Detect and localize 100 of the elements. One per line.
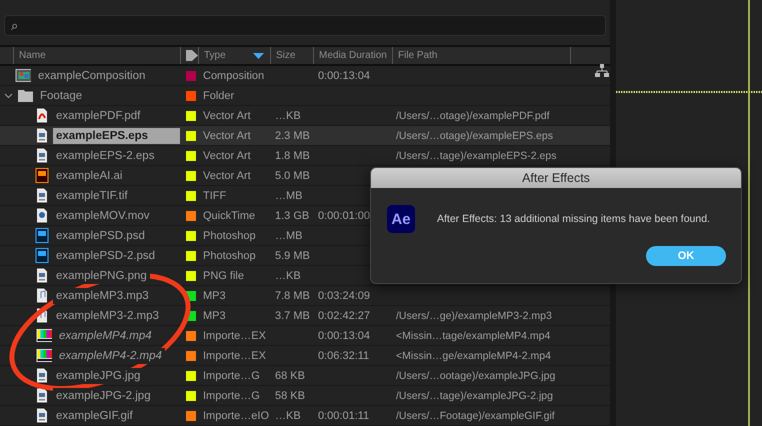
column-header[interactable]: Size — [270, 47, 313, 64]
size-cell-text: 58 KB — [274, 390, 306, 402]
color-bars-icon — [35, 328, 52, 343]
size-cell-text: 2.3 MB — [274, 130, 311, 142]
type-cell-text: Folder — [202, 90, 236, 102]
photoshop-file-icon — [35, 228, 49, 243]
type-cell-text: Vector Art — [202, 110, 252, 122]
size-cell-text: 1.3 GB — [274, 210, 310, 222]
search-icon[interactable]: ⌕ — [11, 18, 18, 34]
project-row[interactable]: exampleMP4-2.mp4 Importe…EX 0:06:32:11 <Missin…ge/exampleMP4-2.mp4 — [0, 346, 610, 366]
duration-cell-text: 0:00:01:00 — [317, 210, 371, 222]
path-cell-text: /Users/…tage)/exampleJPG-2.jpg — [395, 390, 554, 402]
path-cell-text: /Users/…otage)/examplePDF.pdf — [395, 110, 550, 122]
item-name: exampleMP4-2.mp4 — [56, 348, 165, 364]
project-row[interactable]: exampleJPG.jpg Importe…G 68 KB /Users/…ootage)/exampleJPG.jpg — [0, 366, 610, 386]
project-row[interactable]: examplePDF.pdf Vector Art …KB /Users/…otage)/examplePDF.pdf — [0, 106, 610, 126]
photoshop-file-icon — [35, 248, 49, 263]
sort-caret-icon[interactable] — [253, 52, 264, 58]
label-swatch[interactable] — [186, 390, 196, 400]
path-cell-text: /Users/…otage)/exampleEPS.eps — [395, 130, 554, 142]
project-row[interactable]: exampleGIF.gif Importe…eIO …KB 0:00:01:11 /Users/…Footage)/exampleGIF.gif — [0, 406, 610, 426]
column-header[interactable]: File Path — [392, 47, 570, 64]
app-logo: Ae — [387, 205, 415, 233]
label-swatch[interactable] — [186, 70, 196, 80]
type-cell-text: PNG file — [202, 270, 245, 282]
label-swatch[interactable] — [186, 110, 196, 120]
path-cell-text: /Users/…tage)/exampleEPS-2.eps — [395, 150, 558, 162]
column-header[interactable]: Name — [13, 47, 180, 64]
project-row[interactable]: exampleJPG-2.jpg Importe…G 58 KB /Users/…tage)/exampleJPG-2.jpg — [0, 386, 610, 406]
image-file-icon — [35, 148, 49, 163]
hierarchy-icon[interactable] — [595, 64, 609, 77]
image-file-icon — [35, 188, 49, 203]
label-swatch[interactable] — [186, 170, 196, 180]
label-swatch[interactable] — [186, 410, 196, 420]
path-cell-text: /Users/…Footage)/exampleGIF.gif — [395, 410, 556, 422]
project-row[interactable]: exampleComposition Composition 0:00:13:04 — [0, 66, 610, 86]
label-swatch[interactable] — [186, 210, 196, 220]
column-header[interactable]: Media Duration — [313, 47, 392, 64]
type-cell-text: Importe…EX — [202, 330, 267, 342]
type-cell-text: Importe…EX — [202, 350, 267, 362]
chevron-down-icon[interactable] — [4, 91, 13, 100]
type-cell-text: Importe…G — [202, 390, 261, 402]
type-cell-text: MP3 — [202, 310, 227, 322]
duration-cell-text: 0:06:32:11 — [317, 350, 370, 362]
image-file-icon — [35, 408, 49, 423]
label-swatch[interactable] — [186, 230, 196, 240]
search-field[interactable]: ⌕ — [4, 15, 606, 36]
size-cell-text: 1.8 MB — [274, 150, 311, 162]
label-swatch[interactable] — [186, 250, 196, 260]
label-swatch[interactable] — [186, 270, 196, 280]
size-cell-text: 5.0 MB — [274, 170, 311, 182]
type-cell-text: Composition — [202, 70, 266, 82]
image-file-icon — [35, 388, 49, 403]
composition-icon — [14, 68, 31, 83]
label-swatch[interactable] — [186, 350, 196, 360]
image-file-icon — [35, 128, 49, 143]
dialog-title: After Effects — [371, 168, 741, 188]
size-cell-text: 7.8 MB — [274, 290, 311, 302]
type-cell-text: TIFF — [202, 190, 228, 202]
project-row[interactable]: exampleMP4.mp4 Importe…EX 0:00:13:04 <Missin…tage/exampleMP4.mp4 — [0, 326, 610, 346]
video-file-icon — [35, 208, 49, 223]
type-cell-text: Vector Art — [202, 130, 252, 142]
path-cell-text: <Missin…ge/exampleMP4-2.mp4 — [395, 350, 552, 362]
color-bars-icon — [35, 348, 52, 363]
tag-icon — [186, 50, 198, 61]
type-cell-text: Vector Art — [202, 170, 252, 182]
duration-cell-text: 0:00:13:04 — [317, 70, 371, 82]
type-cell-text: Importe…G — [202, 370, 261, 382]
type-cell-text: QuickTime — [202, 210, 256, 222]
type-cell-text: Photoshop — [202, 230, 257, 242]
image-file-icon — [35, 268, 49, 283]
illustrator-file-icon — [35, 168, 49, 183]
size-cell-text: 3.7 MB — [274, 310, 311, 322]
path-cell-text: /Users/…ge)/exampleMP3-2.mp3 — [395, 310, 553, 322]
type-cell-text: MP3 — [202, 290, 227, 302]
label-swatch[interactable] — [186, 90, 196, 100]
project-row[interactable]: exampleMP3-2.mp3 MP3 3.7 MB 0:02:42:27 /Users/…ge)/exampleMP3-2.mp3 — [0, 306, 610, 326]
folder-icon — [17, 88, 33, 103]
image-file-icon — [35, 368, 49, 383]
pdf-file-icon — [35, 108, 49, 123]
size-cell-text: …MB — [274, 230, 304, 242]
project-row[interactable]: exampleEPS.eps Vector Art 2.3 MB /Users/…otage)/exampleEPS.eps — [0, 126, 610, 146]
project-row[interactable]: exampleEPS-2.eps Vector Art 1.8 MB /Users/…tage)/exampleEPS-2.eps — [0, 146, 610, 166]
duration-cell-text: 0:03:24:09 — [317, 290, 371, 302]
project-row[interactable]: exampleMP3.mp3 MP3 7.8 MB 0:03:24:09 — [0, 286, 610, 306]
duration-cell-text: 0:00:01:11 — [317, 410, 370, 422]
path-cell-text: /Users/…ootage)/exampleJPG.jpg — [395, 370, 556, 382]
column-header[interactable]: Type — [198, 47, 270, 64]
size-cell-text: 5.9 MB — [274, 250, 311, 262]
item-name: exampleEPS.eps — [53, 128, 180, 144]
path-cell-text: <Missin…tage/exampleMP4.mp4 — [395, 330, 552, 342]
label-swatch[interactable] — [186, 370, 196, 380]
audio-file-icon — [35, 288, 49, 303]
label-swatch[interactable] — [186, 130, 196, 140]
column-header[interactable] — [180, 47, 198, 64]
label-swatch[interactable] — [186, 190, 196, 200]
label-swatch[interactable] — [186, 330, 196, 340]
type-cell-text: Photoshop — [202, 250, 257, 262]
type-cell-text: Importe…eIO — [202, 410, 270, 422]
label-swatch[interactable] — [186, 150, 196, 160]
